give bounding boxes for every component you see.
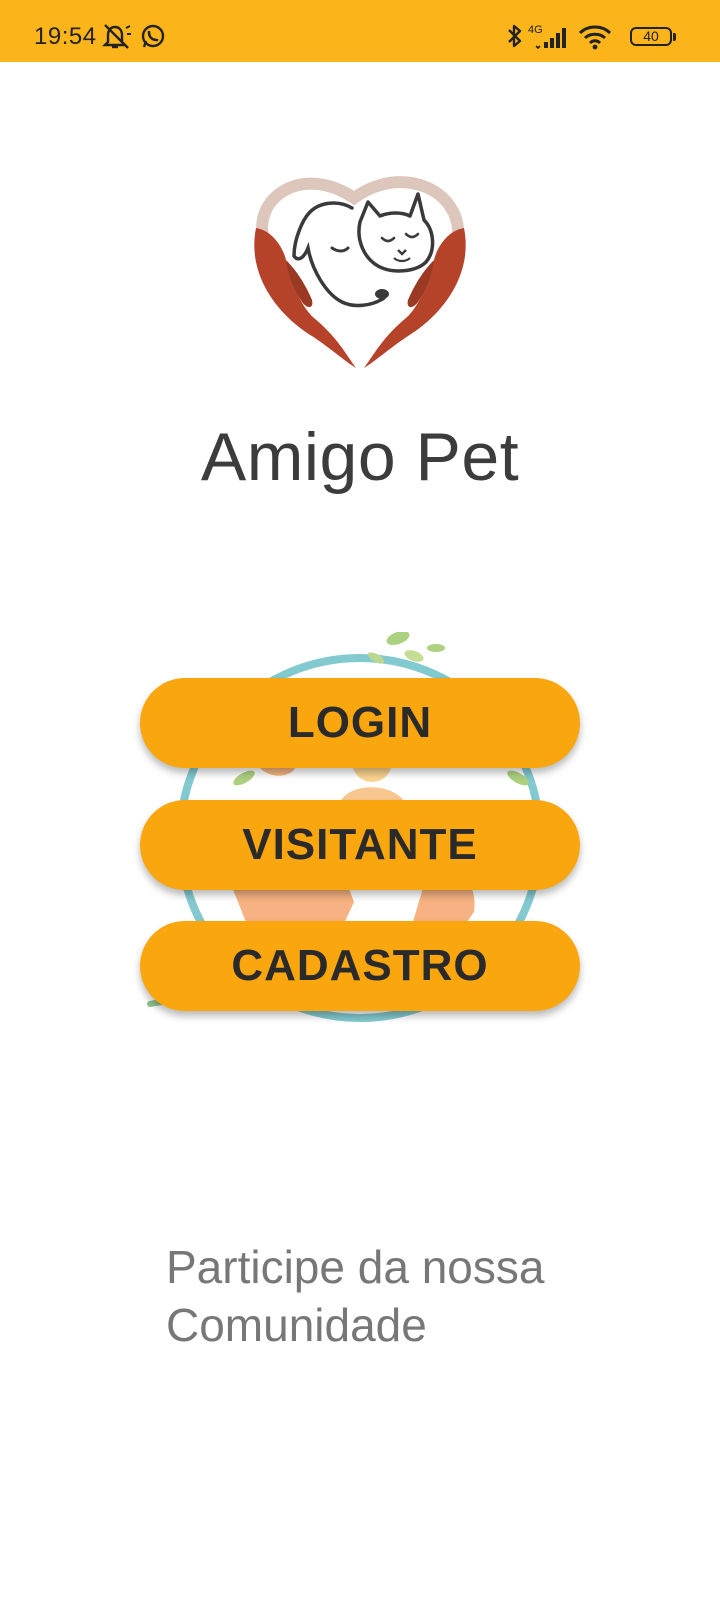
alarm-off-icon — [102, 24, 131, 49]
community-line-2: Comunidade — [166, 1299, 427, 1351]
login-button[interactable]: LOGIN — [140, 678, 580, 768]
status-bar: 19:54 4G 40 — [0, 0, 720, 62]
whatsapp-icon — [141, 24, 165, 48]
wifi-icon — [578, 25, 612, 50]
bluetooth-icon — [508, 24, 522, 48]
battery-icon: 40 — [630, 27, 672, 46]
community-text: Participe da nossa Comunidade — [166, 1238, 646, 1354]
screen: 19:54 4G 40 Amigo Pet LOGIN VISITANTE CA… — [0, 0, 720, 1600]
battery-tip — [673, 33, 676, 41]
signup-button[interactable]: CADASTRO — [140, 921, 580, 1011]
network-type: 4G — [528, 24, 543, 36]
signal-icon: 4G — [528, 24, 566, 50]
app-logo — [254, 176, 466, 368]
community-line-1: Participe da nossa — [166, 1241, 545, 1293]
visitor-button[interactable]: VISITANTE — [140, 800, 580, 890]
status-time: 19:54 — [34, 23, 97, 50]
app-title: Amigo Pet — [200, 419, 520, 495]
